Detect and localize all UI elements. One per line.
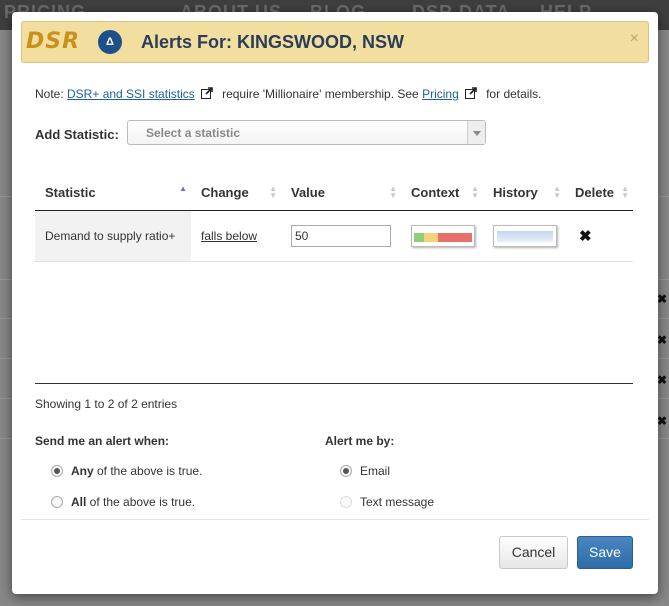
radio-rest: of the above is true. xyxy=(86,495,196,509)
context-chart-thumbnail[interactable] xyxy=(411,225,475,247)
statistic-cell: Demand to supply ratio+ xyxy=(35,210,191,262)
note-suffix: for details. xyxy=(482,87,542,101)
send-alert-label: Send me an alert when: xyxy=(35,434,170,448)
membership-note: Note: DSR+ and SSI statistics require 'M… xyxy=(35,87,541,101)
external-link-icon[interactable] xyxy=(200,87,213,99)
sort-icon[interactable]: ▲ ▼ xyxy=(389,185,397,200)
column-label: Delete xyxy=(575,185,615,200)
modal-title: Alerts For: KINGSWOOD, NSW xyxy=(141,32,405,52)
column-label: Context xyxy=(411,185,460,200)
context-band xyxy=(438,233,472,242)
alerts-table: Statistic ▲ Change ▲ ▼ Value ▲ ▼ Context ▲ ▼ Hi… xyxy=(35,176,633,262)
change-link[interactable]: falls below xyxy=(201,229,257,243)
bg-delete-icon: ✖ xyxy=(656,373,667,387)
sort-icon[interactable]: ▲ xyxy=(179,185,187,193)
context-band xyxy=(424,233,438,242)
cancel-button[interactable]: Cancel xyxy=(499,536,568,569)
close-icon[interactable]: × xyxy=(630,30,639,48)
note-middle: require 'Millionaire' membership. See xyxy=(218,87,423,101)
table-info: Showing 1 to 2 of 2 entries xyxy=(35,397,178,411)
column-header-change[interactable]: Change ▲ ▼ xyxy=(191,176,281,211)
bg-delete-icon: ✖ xyxy=(656,292,667,306)
sort-icon[interactable]: ▲ ▼ xyxy=(553,185,561,200)
sort-icon[interactable]: ▲ ▼ xyxy=(471,185,479,200)
column-header-value[interactable]: Value ▲ ▼ xyxy=(281,176,401,211)
delete-icon[interactable]: ✖ xyxy=(579,227,592,245)
history-area xyxy=(497,231,553,242)
modal-header: DSR Δ Alerts For: KINGSWOOD, NSW × xyxy=(21,21,649,63)
alert-by-label: Alert me by: xyxy=(325,434,395,448)
sort-icon[interactable]: ▲ ▼ xyxy=(269,185,277,200)
column-header-context[interactable]: Context ▲ ▼ xyxy=(401,176,483,211)
radio-strong: Any xyxy=(71,464,94,478)
radio-button xyxy=(340,496,352,508)
alerts-modal: DSR Δ Alerts For: KINGSWOOD, NSW × Note:… xyxy=(12,12,658,594)
bg-delete-icon: ✖ xyxy=(656,333,667,347)
history-chart-thumbnail[interactable] xyxy=(493,225,557,247)
radio-button[interactable] xyxy=(51,496,63,508)
value-cell xyxy=(281,210,401,262)
column-header-delete[interactable]: Delete ▲ ▼ xyxy=(565,176,633,211)
column-label: Statistic xyxy=(45,185,96,200)
column-label: Value xyxy=(291,185,325,200)
column-header-history[interactable]: History ▲ ▼ xyxy=(483,176,565,211)
column-header-statistic[interactable]: Statistic ▲ xyxy=(35,176,191,211)
logo-delta-sigma-icon: Δ xyxy=(98,30,122,54)
footer-divider xyxy=(21,519,649,520)
history-cell xyxy=(483,210,565,262)
delete-cell: ✖ xyxy=(565,210,633,262)
save-button[interactable]: Save xyxy=(577,536,633,569)
radio-strong: All xyxy=(71,495,87,509)
radio-label: All of the above is true. xyxy=(71,495,195,509)
add-statistic-label: Add Statistic: xyxy=(35,127,119,142)
column-label: Change xyxy=(201,185,249,200)
dsr-ssi-statistics-link[interactable]: DSR+ and SSI statistics xyxy=(67,87,195,101)
sort-icon[interactable]: ▲ ▼ xyxy=(621,185,629,200)
logo-text: DSR xyxy=(26,29,81,54)
chevron-down-icon[interactable] xyxy=(467,121,485,144)
radio-button[interactable] xyxy=(51,465,63,477)
select-placeholder: Select a statistic xyxy=(146,126,241,140)
column-label: History xyxy=(493,185,538,200)
context-band xyxy=(414,233,424,242)
radio-label: Email xyxy=(360,464,391,478)
table-row: Demand to supply ratio+ falls below ✖ xyxy=(35,210,633,262)
radio-rest: of the above is true. xyxy=(93,464,203,478)
value-input[interactable] xyxy=(291,225,391,247)
pricing-link[interactable]: Pricing xyxy=(422,87,459,101)
statistic-select[interactable]: Select a statistic xyxy=(127,120,486,145)
radio-label: Any of the above is true. xyxy=(71,464,202,478)
note-prefix: Note: xyxy=(35,87,68,101)
context-cell xyxy=(401,210,483,262)
bg-delete-icon: ✖ xyxy=(656,414,667,428)
external-link-icon[interactable] xyxy=(464,87,477,99)
radio-button[interactable] xyxy=(340,465,352,477)
change-cell: falls below xyxy=(191,210,281,262)
radio-label: Text message xyxy=(360,495,435,509)
table-bottom-border xyxy=(35,383,633,384)
